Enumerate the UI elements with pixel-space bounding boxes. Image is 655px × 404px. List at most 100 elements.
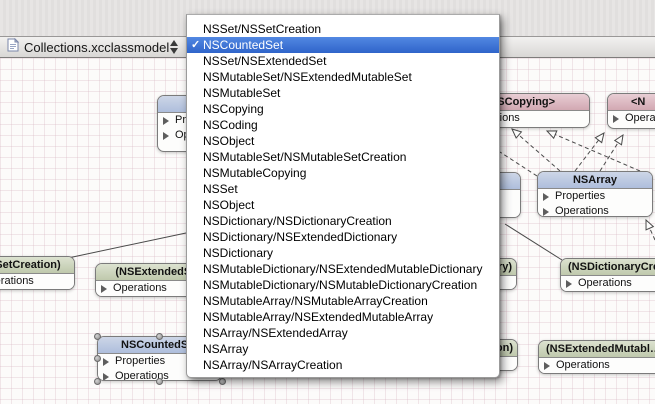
menu-item-label: NSObject (203, 134, 254, 148)
menu-item-label: NSMutableSet/NSMutableSetCreation (203, 150, 406, 164)
nsdictionary-creation-protocol-box[interactable]: (NSDictionaryCreationOperations (560, 258, 655, 292)
row-label: Operations (556, 359, 610, 371)
menu-item-nsset[interactable]: NSSet (187, 181, 499, 197)
nsarray-class-box[interactable]: NSArrayProperties Operations (537, 171, 653, 217)
row-label: Operations (0, 275, 34, 287)
menu-item-nsmutablecopying[interactable]: NSMutableCopying (187, 165, 499, 181)
menu-item-label: NSMutableDictionary/NSMutableDictionaryC… (203, 278, 477, 292)
open-arrowhead-icon (545, 127, 556, 138)
xcode-class-model-window: Collections.xcclassmodel (NSSetCreation)… (0, 0, 655, 404)
menu-item-label: NSCopying (203, 102, 264, 116)
nsset-creation-protocol-title: (NSSetCreation) (0, 257, 74, 274)
relationship-line (68, 233, 186, 258)
open-arrowhead-icon (615, 133, 627, 145)
menu-item-nsset-nssetcreation[interactable]: NSSet/NSSetCreation (187, 21, 499, 37)
menu-item-nsarray-nsextendedarray[interactable]: NSArray/NSExtendedArray (187, 325, 499, 341)
nsdictionary-creation-protocol-title: (NSDictionaryCreation (561, 259, 655, 276)
selection-handle[interactable] (219, 378, 226, 385)
row-label: Operations (578, 277, 632, 289)
menu-item-label: NSArray/NSArrayCreation (203, 358, 342, 372)
row-label: Properties (555, 190, 605, 202)
menu-item-nsobject[interactable]: NSObject (187, 133, 499, 149)
menu-item-nscopying[interactable]: NSCopying (187, 101, 499, 117)
menu-item-label: NSMutableDictionary/NSExtendedMutableDic… (203, 262, 482, 276)
stepper-up-arrow-icon (170, 40, 178, 46)
disclosure-triangle-icon[interactable] (543, 208, 549, 216)
protocol-top-right-row-operations[interactable]: Operations (608, 111, 655, 126)
selection-handle[interactable] (94, 355, 101, 362)
open-arrowhead-icon (642, 218, 653, 229)
row-label: Operations (555, 205, 609, 217)
disclosure-triangle-icon[interactable] (103, 358, 109, 366)
menu-item-label: NSMutableArray/NSMutableArrayCreation (203, 294, 428, 308)
nsset-creation-protocol-row-operations[interactable]: Operations (0, 274, 74, 289)
menu-item-label: NSDictionary/NSExtendedDictionary (203, 230, 397, 244)
menu-item-label: NSObject (203, 198, 254, 212)
stepper-down-arrow-icon (170, 48, 178, 54)
document-icon (7, 38, 19, 57)
open-arrowhead-icon (595, 131, 607, 143)
menu-item-label: NSCoding (203, 118, 258, 132)
menu-item-label: NSSet (203, 182, 238, 196)
disclosure-triangle-icon[interactable] (543, 193, 549, 201)
file-popup-button[interactable]: Collections.xcclassmodel (0, 37, 169, 57)
menu-item-nsarray-nsarraycreation[interactable]: NSArray/NSArrayCreation (187, 357, 499, 373)
nsset-creation-protocol-box[interactable]: (NSSetCreation)Operations (0, 256, 75, 290)
selection-handle[interactable] (156, 378, 163, 385)
menu-item-nsdictionary-nsextendeddictionary[interactable]: NSDictionary/NSExtendedDictionary (187, 229, 499, 245)
menu-item-nscountedset[interactable]: ✓NSCountedSet (187, 37, 499, 53)
menu-item-nsmutableset[interactable]: NSMutableSet (187, 85, 499, 101)
file-popup-label: Collections.xcclassmodel (24, 40, 169, 55)
menu-item-nscoding[interactable]: NSCoding (187, 117, 499, 133)
nsdictionary-creation-protocol-row-operations[interactable]: Operations (561, 276, 655, 291)
conformance-line (547, 131, 640, 171)
menu-item-nsmutableset-nsextendedmutableset[interactable]: NSMutableSet/NSExtendedMutableSet (187, 69, 499, 85)
protocol-top-right-box[interactable]: <NOperations (607, 93, 655, 129)
element-popup-menu: NSSet/NSSetCreation✓NSCountedSetNSSet/NS… (186, 14, 500, 378)
menu-item-label: NSDictionary/NSDictionaryCreation (203, 214, 392, 228)
row-label: Operations (625, 112, 655, 124)
nsextended-mutable-protocol-box[interactable]: (NSExtendedMutabl…Operations (538, 340, 655, 374)
nsarray-class-title: NSArray (538, 172, 652, 189)
selection-handle[interactable] (156, 333, 163, 340)
protocol-top-right-title: <N (608, 94, 655, 111)
disclosure-triangle-icon[interactable] (101, 285, 107, 293)
row-label: Operations (113, 282, 167, 294)
menu-item-label: NSMutableCopying (203, 166, 306, 180)
menu-item-label: NSSet/NSExtendedSet (203, 54, 326, 68)
row-label: Properties (115, 355, 165, 367)
popup-stepper-icon[interactable] (168, 39, 179, 55)
nsarray-class-row-operations[interactable]: Operations (538, 204, 652, 217)
menu-item-nsdictionary-nsdictionarycreation[interactable]: NSDictionary/NSDictionaryCreation (187, 213, 499, 229)
menu-item-nsobject[interactable]: NSObject (187, 197, 499, 213)
checkmark-icon: ✓ (191, 37, 200, 53)
disclosure-triangle-icon[interactable] (163, 117, 169, 125)
relationship-line (505, 224, 562, 260)
menu-item-label: NSSet/NSSetCreation (203, 22, 321, 36)
nsextended-mutable-protocol-row-operations[interactable]: Operations (539, 358, 655, 373)
menu-item-nsmutableset-nsmutablesetcreation[interactable]: NSMutableSet/NSMutableSetCreation (187, 149, 499, 165)
menu-item-label: NSArray (203, 342, 248, 356)
menu-item-label: NSDictionary (203, 246, 273, 260)
menu-item-label: NSMutableSet/NSExtendedMutableSet (203, 70, 412, 84)
menu-item-label: NSCountedSet (203, 38, 283, 52)
selection-handle[interactable] (94, 333, 101, 340)
menu-item-label: NSMutableArray/NSExtendedMutableArray (203, 310, 433, 324)
nsextended-mutable-protocol-title: (NSExtendedMutabl… (539, 341, 655, 358)
nsarray-class-row-properties[interactable]: Properties (538, 189, 652, 204)
menu-item-nsmutablearray-nsextendedmutablearray[interactable]: NSMutableArray/NSExtendedMutableArray (187, 309, 499, 325)
menu-item-nsdictionary[interactable]: NSDictionary (187, 245, 499, 261)
menu-item-label: NSMutableSet (203, 86, 280, 100)
disclosure-triangle-icon[interactable] (544, 362, 550, 370)
menu-item-nsmutabledictionary-nsmutabledictionarycreation[interactable]: NSMutableDictionary/NSMutableDictionaryC… (187, 277, 499, 293)
disclosure-triangle-icon[interactable] (163, 132, 169, 140)
disclosure-triangle-icon[interactable] (566, 280, 572, 288)
menu-item-nsset-nsextendedset[interactable]: NSSet/NSExtendedSet (187, 53, 499, 69)
menu-item-nsmutablearray-nsmutablearraycreation[interactable]: NSMutableArray/NSMutableArrayCreation (187, 293, 499, 309)
menu-item-label: NSArray/NSExtendedArray (203, 326, 348, 340)
selection-handle[interactable] (94, 378, 101, 385)
menu-item-nsmutabledictionary-nsextendedmutabledictionary[interactable]: NSMutableDictionary/NSExtendedMutableDic… (187, 261, 499, 277)
disclosure-triangle-icon[interactable] (613, 115, 619, 123)
disclosure-triangle-icon[interactable] (103, 373, 109, 381)
menu-item-nsarray[interactable]: NSArray (187, 341, 499, 357)
